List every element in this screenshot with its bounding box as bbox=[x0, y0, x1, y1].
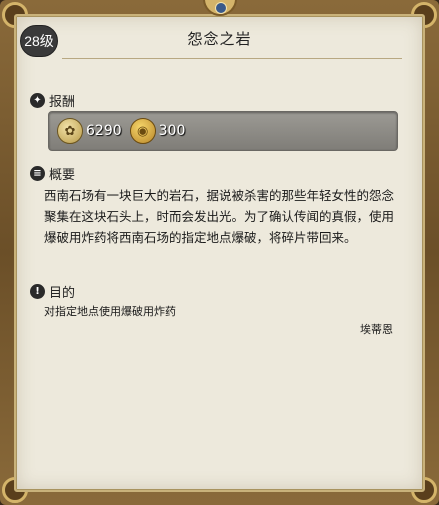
gil-reward-value: 300 bbox=[158, 123, 186, 139]
quest-title: 怨念之岩 bbox=[187, 30, 252, 48]
summary-header-label: 概要 bbox=[49, 168, 76, 183]
npc-name: 埃蒂恩 bbox=[360, 323, 393, 336]
summary-book-icon: ≡ bbox=[30, 166, 45, 181]
gil-coin-icon[interactable]: ◉ bbox=[129, 118, 156, 144]
exp-crystal-icon[interactable]: ✿ bbox=[57, 118, 83, 144]
rewards-icon: ✦ bbox=[30, 93, 45, 108]
reward-bar: ✿ 6290 ◉ 300 bbox=[48, 111, 398, 151]
quest-summary-text: 西南石场有一块巨大的岩石，据说被杀害的那些年轻女性的怨念聚集在这块石头上，时而会… bbox=[44, 188, 395, 245]
rewards-header: ✦ 报酬 bbox=[30, 91, 75, 110]
summary-header: ≡ 概要 bbox=[30, 164, 75, 183]
objective-header-label: 目的 bbox=[49, 286, 76, 301]
objective-text: 对指定地点使用爆破用炸药 bbox=[44, 305, 176, 318]
exp-reward-value: 6290 bbox=[86, 123, 122, 139]
quest-window-frame: 28级 怨念之岩 ✦ 报酬 ✿ 6290 ◉ 300 ≡ 概要 西南石场有一块巨… bbox=[0, 0, 439, 505]
title-divider bbox=[62, 58, 402, 59]
quest-panel bbox=[14, 14, 425, 492]
objective-header: ! 目的 bbox=[30, 282, 75, 301]
rewards-header-label: 报酬 bbox=[49, 95, 76, 110]
objective-exclamation-icon: ! bbox=[30, 284, 45, 299]
